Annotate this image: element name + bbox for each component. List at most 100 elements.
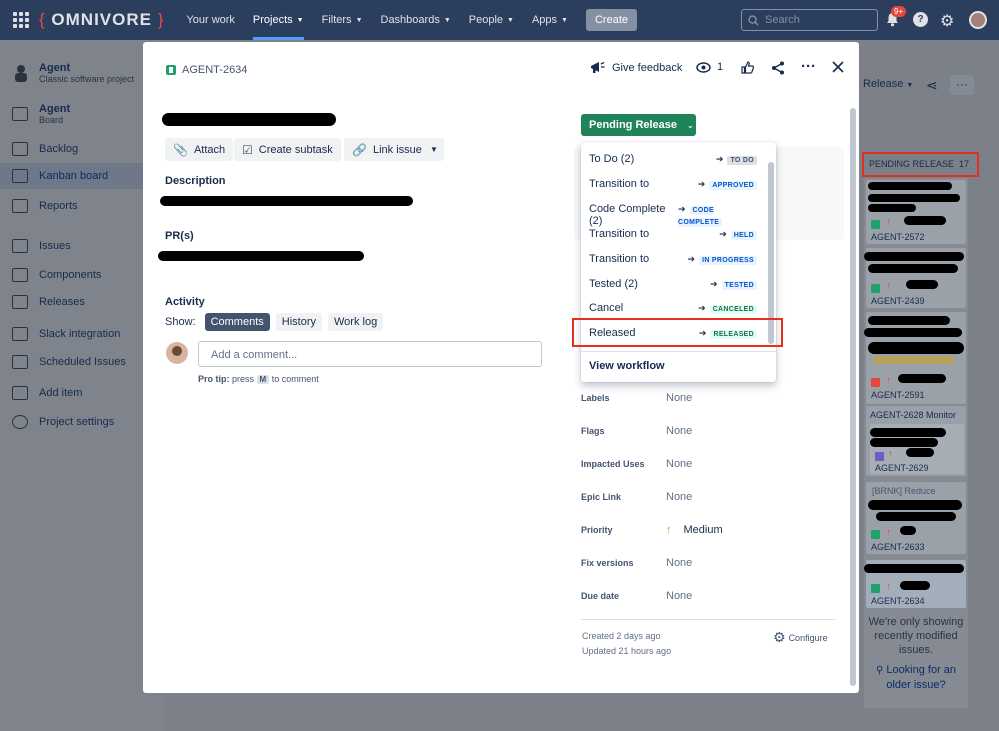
create-subtask-button[interactable]: ☑ Create subtask <box>234 138 341 161</box>
share-icon[interactable]: ⋖ <box>926 77 938 94</box>
configure-button[interactable]: ⚙ Configure <box>773 629 828 646</box>
issue-card[interactable]: ↑ AGENT-2572 <box>866 180 966 244</box>
issue-key-text: AGENT-2634 <box>182 64 248 76</box>
status-dropdown-button[interactable]: Pending Release ⌄ <box>581 114 696 136</box>
released-highlight-box <box>572 318 783 347</box>
nav-people[interactable]: People ▼ <box>469 0 514 40</box>
nav-your-work[interactable]: Your work <box>186 0 235 40</box>
view-workflow-link[interactable]: View workflow <box>589 360 665 372</box>
issue-card[interactable]: [BRNK] Reduce ↑ AGENT-2633 <box>866 482 966 554</box>
nav-projects[interactable]: Projects ▼ <box>252 0 304 40</box>
sidebar-item-issues[interactable]: Issues <box>12 239 71 253</box>
issue-card[interactable]: ↑ AGENT-2591 <box>864 312 966 404</box>
transition-label: Cancel <box>589 302 624 314</box>
chevron-down-icon: ▼ <box>906 82 914 89</box>
transition-to-do[interactable]: To Do (2) ➔ TO DO <box>589 153 757 165</box>
sidebar-item-label: Backlog <box>39 143 79 155</box>
nav-dashboards[interactable]: Dashboards ▼ <box>381 0 451 40</box>
dropdown-scrollbar[interactable] <box>768 162 774 344</box>
transition-tested[interactable]: Tested (2) ➔ TESTED <box>589 278 757 290</box>
tab-history[interactable]: History <box>275 313 322 331</box>
attach-button[interactable]: 📎 Attach <box>165 138 234 161</box>
status-lozenge: APPROVED <box>709 181 757 190</box>
nav-apps[interactable]: Apps ▼ <box>532 0 568 40</box>
updated-timestamp: Updated 21 hours ago <box>582 646 672 656</box>
sidebar-item-reports[interactable]: Reports <box>12 199 78 213</box>
link-issue-label: Link issue <box>372 143 422 156</box>
sidebar-item-project-settings[interactable]: Project settings <box>12 415 114 429</box>
modal-scrollbar[interactable] <box>850 108 856 686</box>
tab-work-log[interactable]: Work log <box>328 313 384 331</box>
field-value-labels[interactable]: None <box>666 392 692 404</box>
field-value-fix-versions[interactable]: None <box>666 557 692 569</box>
chevron-down-icon: ▼ <box>296 16 304 24</box>
sidebar-item-scheduled-issues[interactable]: Scheduled Issues <box>12 355 126 369</box>
board-subtitle: Board <box>39 115 64 125</box>
keyboard-key: M <box>256 375 270 384</box>
chevron-down-icon: ▼ <box>507 16 514 24</box>
issue-card[interactable]: AGENT-2628 Monitor ... ↑ AGENT-2629 <box>866 406 966 476</box>
release-button[interactable]: Release ▼ <box>863 78 913 90</box>
redacted-text <box>864 564 964 573</box>
field-value-impacted-uses[interactable]: None <box>666 458 692 470</box>
share-button[interactable] <box>771 61 785 75</box>
pr-label: PR(s) <box>165 230 194 242</box>
issue-card-selected[interactable]: ↑ AGENT-2634 <box>864 560 966 608</box>
create-button[interactable]: Create <box>585 9 638 31</box>
issue-key-breadcrumb[interactable]: AGENT-2634 <box>166 64 247 76</box>
transition-in-progress[interactable]: Transition to ➔ IN PROGRESS <box>589 253 757 265</box>
sidebar-item-releases[interactable]: Releases <box>12 295 85 309</box>
more-actions-dropdown[interactable]: ▼ <box>424 138 444 161</box>
sidebar-board-selector[interactable]: Agent Board <box>12 103 70 125</box>
field-value-priority[interactable]: ↑ Medium <box>666 524 723 536</box>
link-issue-button[interactable]: 🔗 Link issue <box>344 138 430 161</box>
transition-label: Transition to <box>589 253 650 265</box>
older-issue-link[interactable]: ⚲ Looking for an older issue? <box>866 663 966 692</box>
settings-gear-icon[interactable]: ⚙ <box>940 11 954 31</box>
search-input[interactable]: Search <box>741 9 878 31</box>
transition-approved[interactable]: Transition to ➔ APPROVED <box>589 178 757 190</box>
transition-held[interactable]: Transition to ➔ HELD <box>589 228 757 240</box>
redacted-text <box>900 526 916 535</box>
add-comment-input[interactable]: Add a comment... <box>198 341 542 367</box>
tab-comments[interactable]: Comments <box>204 313 270 331</box>
omnivore-logo[interactable]: { OMNIVORE } <box>39 10 164 30</box>
field-value-flags[interactable]: None <box>666 425 692 437</box>
field-label-impacted-uses: Impacted Uses <box>581 459 645 469</box>
subtask-label: Create subtask <box>258 143 333 156</box>
sidebar-item-add-item[interactable]: Add item <box>12 386 82 400</box>
notifications-badge: 9+ <box>891 6 907 17</box>
arrow-right-icon: ➔ <box>698 303 706 313</box>
user-avatar[interactable] <box>969 11 987 29</box>
status-lozenge: CANCELED <box>709 305 757 314</box>
pro-tip-prefix: Pro tip: <box>198 374 230 384</box>
give-feedback-button[interactable]: Give feedback <box>590 61 682 74</box>
card-key: AGENT-2439 <box>871 296 925 306</box>
transition-code-complete[interactable]: Code Complete (2) ➔ CODE COMPLETE <box>589 203 757 227</box>
more-actions-icon[interactable]: ··· <box>801 58 816 75</box>
field-value-due-date[interactable]: None <box>666 590 692 602</box>
close-button[interactable] <box>832 61 844 73</box>
activity-heading: Activity <box>165 296 205 308</box>
sidebar-item-backlog[interactable]: Backlog <box>12 142 78 156</box>
pro-tip-press: press <box>232 374 255 384</box>
help-icon[interactable]: ? <box>913 12 928 27</box>
redacted-text <box>906 280 938 289</box>
project-header[interactable]: Agent Classic software project <box>12 62 134 84</box>
sidebar-item-kanban-board[interactable]: Kanban board <box>0 163 165 189</box>
field-value-epic-link[interactable]: None <box>666 491 692 503</box>
nav-filters[interactable]: Filters ▼ <box>322 0 363 40</box>
transition-label: Tested (2) <box>589 278 638 290</box>
sidebar-item-slack-integration[interactable]: Slack integration <box>12 327 120 341</box>
eye-icon <box>696 61 711 73</box>
like-button[interactable] <box>741 61 754 74</box>
add-item-icon <box>12 386 28 400</box>
app-switcher-icon[interactable] <box>13 12 29 28</box>
redacted-text <box>876 512 956 521</box>
sidebar-item-components[interactable]: Components <box>12 268 101 282</box>
transition-canceled[interactable]: Cancel ➔ CANCELED <box>589 302 757 314</box>
watch-button[interactable]: 1 <box>696 61 723 73</box>
backlog-icon <box>12 142 28 156</box>
more-actions-icon[interactable]: ··· <box>950 75 974 95</box>
issue-card[interactable]: ↑ AGENT-2439 <box>864 248 966 308</box>
